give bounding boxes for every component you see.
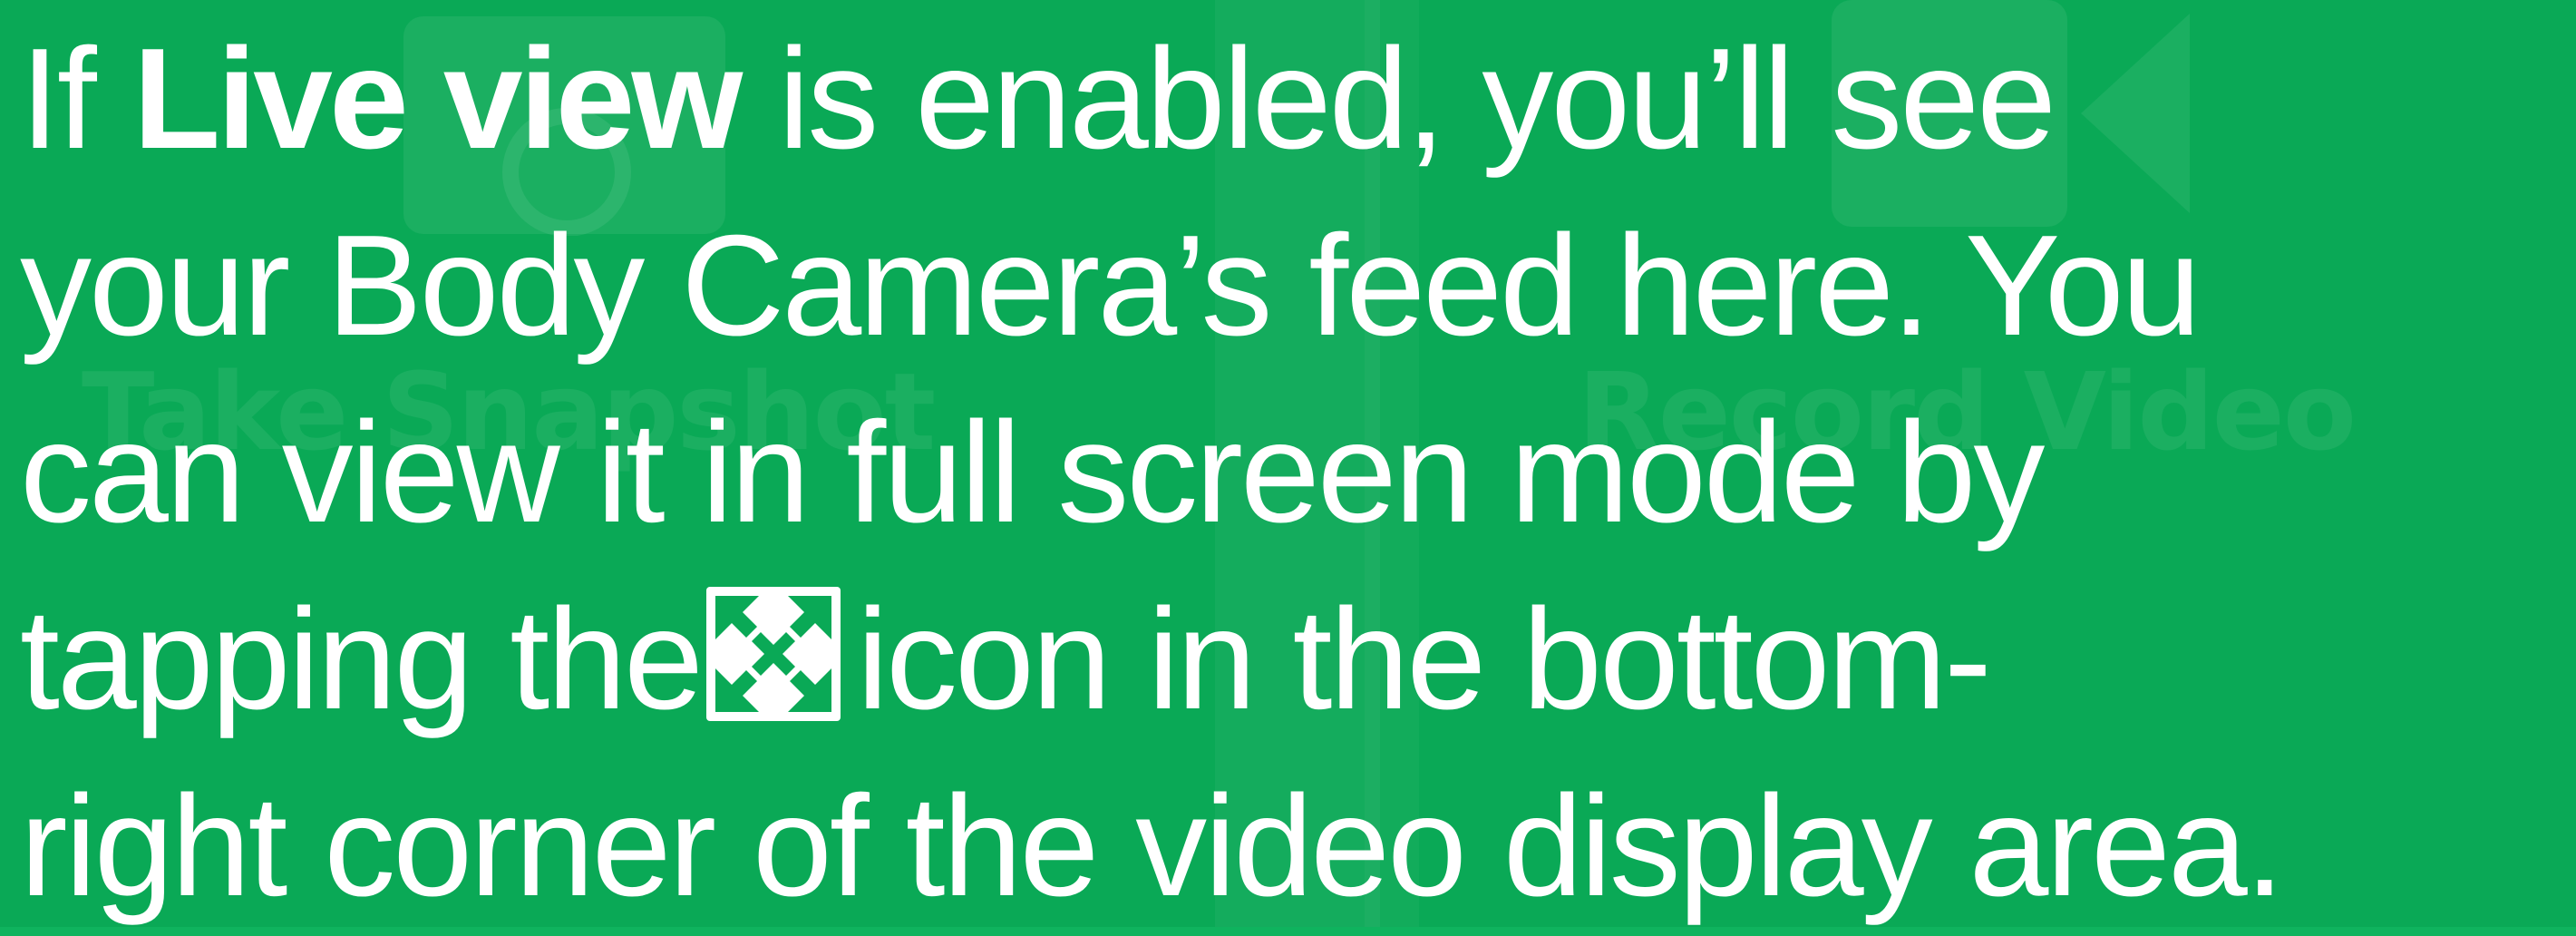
instruction-line-4: tapping the icon in the bottom- — [20, 580, 1992, 739]
instruction-line-1: If Live view is enabled, you’ll see — [20, 19, 2056, 179]
bottom-edge-strip — [0, 927, 2576, 936]
fullscreen-expand-icon — [705, 587, 841, 721]
live-view-emphasis: Live view — [132, 19, 744, 179]
instruction-line-2: your Body Camera’s feed here. You — [20, 206, 2202, 366]
live-view-instructions: If Live view is enabled, you’ll see your… — [20, 5, 2568, 936]
instruction-line-5: right corner of the video display area. — [20, 766, 2285, 926]
instruction-line-3: can view it in full screen mode by — [20, 393, 2045, 552]
tutorial-overlay-screen: Take Snapshot Record Video If Live view … — [0, 0, 2576, 936]
